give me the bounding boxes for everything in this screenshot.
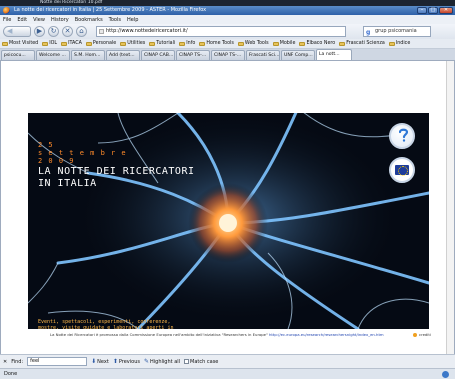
bookmark-item[interactable]: Tutoriali xyxy=(149,41,175,46)
help-button[interactable] xyxy=(389,123,415,149)
navigation-toolbar: ◀ ▶ ↻ ✕ ⌂ http://www.nottedeiricercatori… xyxy=(0,24,455,39)
find-label: Find: xyxy=(11,358,24,365)
folder-icon xyxy=(179,41,186,46)
bookmark-item[interactable]: Frascati Scienza xyxy=(339,41,385,46)
tab-strip: psicocu... Welcome ... S.M. Hom... Add (… xyxy=(0,49,455,61)
bookmarks-toolbar: Most Visited IOL ITACA Personale Utiliti… xyxy=(0,39,455,49)
browser-tab[interactable]: psicocu... xyxy=(1,50,35,60)
browser-tab[interactable]: Frascati Sci... xyxy=(246,50,280,60)
url-bar[interactable]: http://www.nottedeiricercatori.it/ xyxy=(96,26,346,37)
status-bar: Done xyxy=(0,368,455,379)
page-content: 2 5 s e t t e m b r e 2 0 0 9 LA NOTTE D… xyxy=(0,61,455,354)
arrow-down-icon: ⬇ xyxy=(91,358,97,365)
find-bar: ✕ Find: feel ⬇ Next ⬆ Previous ✎ Highlight … xyxy=(0,354,455,368)
browser-tab[interactable]: Welcome ... xyxy=(36,50,70,60)
bookmark-item[interactable]: Elbaco Nero xyxy=(299,41,335,46)
window-titlebar[interactable]: La notte dei ricercatori in Italia | 25 … xyxy=(0,6,455,15)
folder-icon xyxy=(388,41,395,46)
status-text: Done xyxy=(4,371,18,377)
browser-tab-active[interactable]: La nott... xyxy=(316,49,352,60)
folder-icon xyxy=(199,41,206,46)
menu-file[interactable]: File xyxy=(3,17,11,23)
checkbox-box xyxy=(184,359,190,364)
bookmark-item[interactable]: Utilities xyxy=(120,41,145,46)
browser-tab[interactable]: CINAP CAB... xyxy=(141,50,175,60)
reload-button[interactable]: ↻ xyxy=(48,26,59,37)
folder-icon xyxy=(272,41,279,46)
menu-edit[interactable]: Edit xyxy=(17,17,27,23)
browser-tab[interactable]: Add (text... xyxy=(106,50,140,60)
bookmark-item[interactable]: Most Visited xyxy=(2,41,38,46)
find-previous-button[interactable]: ⬆ Previous xyxy=(113,358,140,365)
folder-icon xyxy=(120,41,127,46)
bookmark-item[interactable]: Mobile xyxy=(272,41,295,46)
menu-tools[interactable]: Tools xyxy=(109,17,121,23)
eu-flag-button[interactable] xyxy=(389,157,415,183)
search-input[interactable]: g grup psicomania xyxy=(363,26,431,37)
bookmark-item[interactable]: IOL xyxy=(42,41,57,46)
find-close-button[interactable]: ✕ xyxy=(3,359,7,365)
folder-icon xyxy=(85,41,92,46)
folder-icon xyxy=(339,41,346,46)
find-input[interactable]: feel xyxy=(27,357,88,366)
hero-banner: 2 5 s e t t e m b r e 2 0 0 9 LA NOTTE D… xyxy=(28,113,429,329)
back-button[interactable]: ◀ xyxy=(3,26,31,37)
bookmark-item[interactable]: ITACA xyxy=(61,41,82,46)
window-title: La notte dei ricercatori in Italia | 25 … xyxy=(14,7,207,13)
folder-icon xyxy=(2,41,8,46)
event-date: 2 5 s e t t e m b r e 2 0 0 9 xyxy=(38,141,127,165)
home-button[interactable]: ⌂ xyxy=(76,26,87,37)
search-value: grup psicomania xyxy=(375,28,417,34)
bookmark-item[interactable]: Home Tools xyxy=(199,41,234,46)
highlight-all-button[interactable]: ✎ Highlight all xyxy=(144,358,180,365)
bookmark-item[interactable]: Personale xyxy=(85,41,116,46)
browser-tab[interactable]: UNF Comp... xyxy=(281,50,315,60)
folder-icon xyxy=(61,41,68,46)
browser-tab[interactable]: S.M. Hom... xyxy=(71,50,105,60)
folder-icon xyxy=(237,41,244,46)
eu-flag-icon xyxy=(395,165,409,176)
folder-icon xyxy=(299,41,306,46)
browser-tab[interactable]: CINAP TS-... xyxy=(211,50,245,60)
bookmark-item[interactable]: Web Tools xyxy=(237,41,269,46)
question-mark-icon xyxy=(399,128,408,142)
credits-icon xyxy=(413,332,417,337)
match-case-checkbox[interactable]: Match case xyxy=(184,359,218,365)
bookmark-item[interactable]: Info xyxy=(179,41,195,46)
site-favicon-icon xyxy=(99,29,104,34)
credits-link[interactable]: crediti xyxy=(413,332,431,337)
menu-history[interactable]: History xyxy=(51,17,69,23)
forward-button[interactable]: ▶ xyxy=(34,26,45,37)
footer-note: La Notte dei Ricercatori è promossa dall… xyxy=(50,332,384,337)
event-description: Eventi, spettacoli, esperimenti, confere… xyxy=(38,319,174,329)
status-icon xyxy=(442,371,449,378)
find-next-button[interactable]: ⬇ Next xyxy=(91,358,109,365)
menu-bar: File Edit View History Bookmarks Tools H… xyxy=(0,15,455,24)
highlight-icon: ✎ xyxy=(144,358,150,365)
folder-icon xyxy=(149,41,156,46)
menu-help[interactable]: Help xyxy=(127,17,138,23)
url-text: http://www.nottedeiricercatori.it/ xyxy=(106,28,188,34)
vertical-scrollbar[interactable] xyxy=(446,61,454,354)
close-button[interactable]: ✕ xyxy=(439,7,453,14)
menu-bookmarks[interactable]: Bookmarks xyxy=(75,17,103,23)
folder-icon xyxy=(42,41,49,46)
event-title: LA NOTTE DEI RICERCATORI IN ITALIA xyxy=(38,166,195,189)
bookmark-item[interactable]: Indice xyxy=(388,41,410,46)
stop-button[interactable]: ✕ xyxy=(62,26,73,37)
browser-tab[interactable]: CINAP TS-... xyxy=(176,50,210,60)
arrow-up-icon: ⬆ xyxy=(112,358,118,365)
ec-link[interactable]: http://ec.europa.eu/research/researchers… xyxy=(269,332,384,337)
minimize-button[interactable]: – xyxy=(417,7,427,14)
firefox-icon xyxy=(3,7,10,14)
maximize-button[interactable]: □ xyxy=(428,7,438,14)
menu-view[interactable]: View xyxy=(33,17,45,23)
google-icon: g xyxy=(366,29,371,36)
